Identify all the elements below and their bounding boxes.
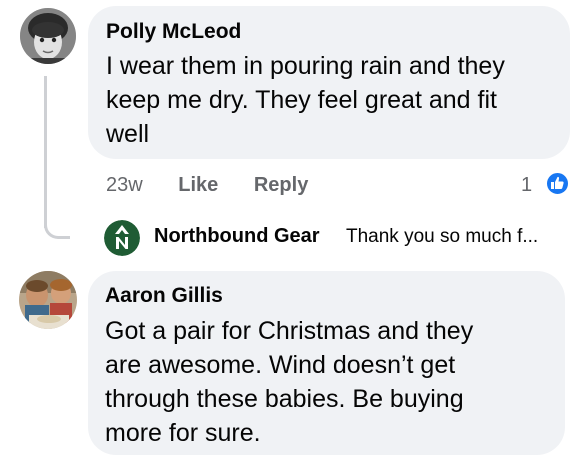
northbound-logo-icon (104, 220, 140, 256)
reply-snippet: Thank you so much f... (346, 226, 539, 247)
thread-line (44, 76, 47, 228)
reply-author[interactable]: Northbound Gear (154, 225, 320, 248)
thread-connector (44, 225, 70, 239)
thumbs-up-icon (551, 176, 564, 189)
comment-author[interactable]: Aaron Gillis (105, 283, 545, 309)
reaction-badge[interactable] (545, 171, 570, 196)
comment-actions: 23w Like Reply (106, 172, 308, 198)
comment-bubble: Aaron Gillis Got a pair for Christmas an… (88, 271, 565, 455)
comment-bubble: Polly McLeod I wear them in pouring rain… (88, 6, 570, 159)
like-button[interactable]: Like (178, 172, 218, 198)
reply-button[interactable]: Reply (254, 172, 308, 198)
comment-timestamp[interactable]: 23w (106, 172, 143, 198)
avatar[interactable] (20, 8, 76, 64)
comment-text: Got a pair for Christmas and they are aw… (105, 317, 474, 447)
comment-text: I wear them in pouring rain and they kee… (106, 52, 505, 148)
reaction-count[interactable]: 1 (521, 172, 532, 198)
profile-photo-icon (19, 271, 77, 329)
brand-avatar[interactable] (104, 220, 140, 256)
comment-author[interactable]: Polly McLeod (106, 19, 550, 45)
avatar[interactable] (19, 271, 77, 329)
profile-photo-icon (20, 8, 76, 64)
